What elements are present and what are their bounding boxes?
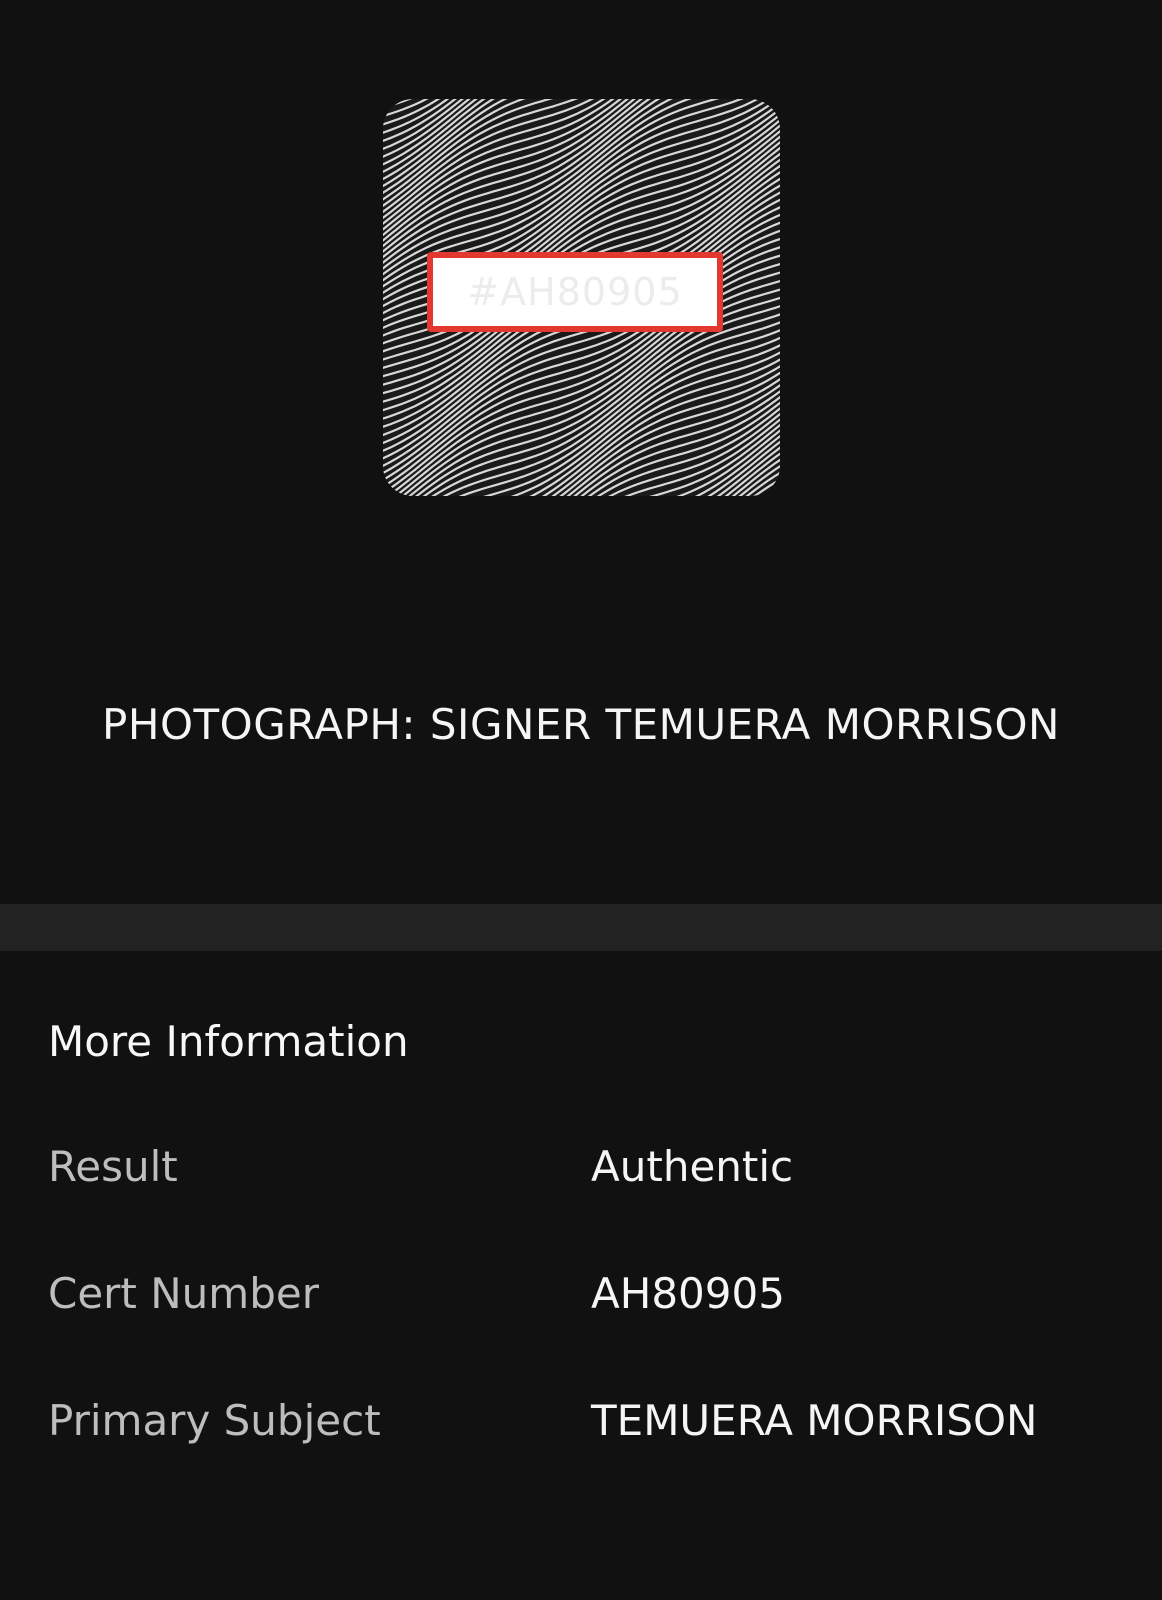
info-label-cert-number: Cert Number [48,1269,319,1318]
certificate-tag: #AH80905 [427,252,723,332]
info-value-primary-subject: TEMUERA MORRISON [591,1396,1038,1445]
certificate-header: #AH80905 PHOTOGRAPH: SIGNER TEMUERA MORR… [0,0,1162,904]
info-value-cert-number: AH80905 [591,1269,785,1318]
certificate-image: #AH80905 [383,99,780,496]
item-title: PHOTOGRAPH: SIGNER TEMUERA MORRISON [102,700,1060,749]
info-label-result: Result [48,1142,178,1191]
info-row-result: Result Authentic [48,1142,1128,1202]
section-divider [0,904,1162,951]
certificate-tag-text: #AH80905 [467,270,683,314]
info-row-primary-subject: Primary Subject TEMUERA MORRISON [48,1396,1128,1456]
info-label-primary-subject: Primary Subject [48,1396,381,1445]
info-row-cert-number: Cert Number AH80905 [48,1269,1128,1329]
more-information-heading: More Information [48,1017,409,1066]
more-information-section: More Information Result Authentic Cert N… [0,951,1162,1600]
info-value-result: Authentic [591,1142,794,1191]
